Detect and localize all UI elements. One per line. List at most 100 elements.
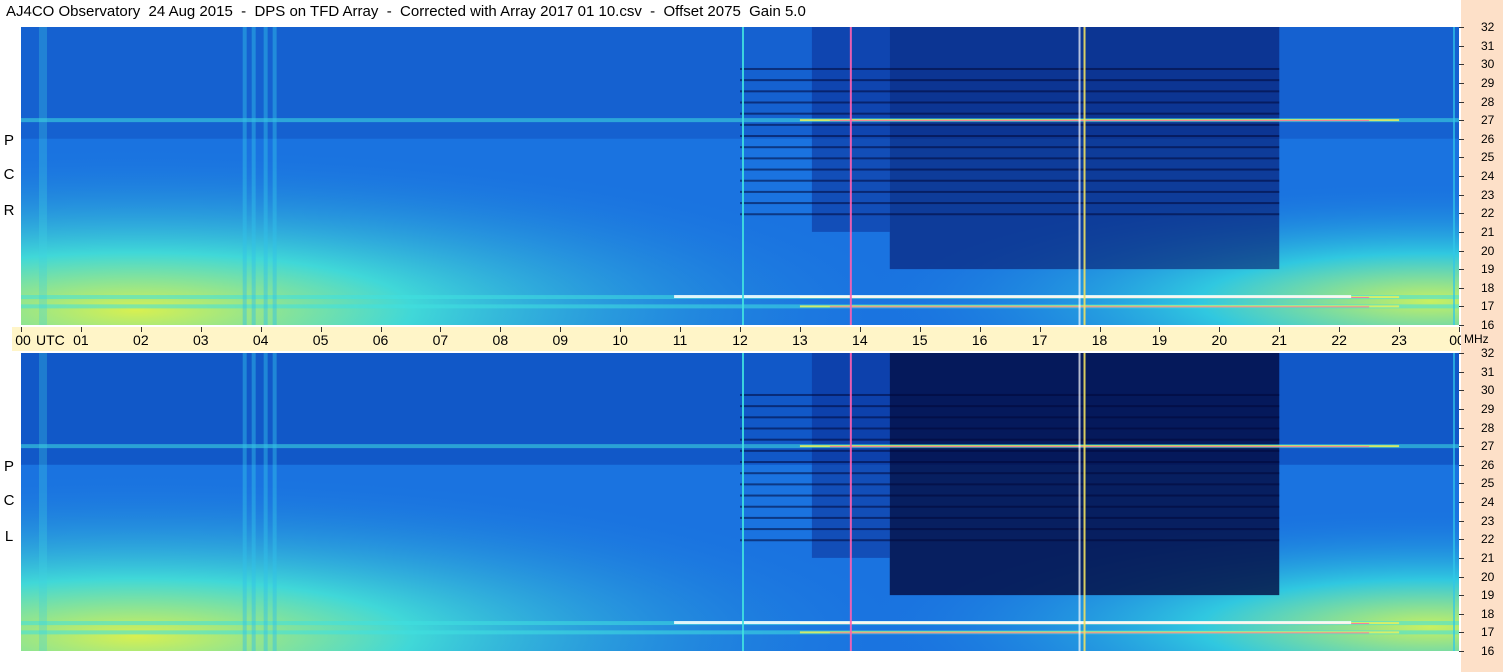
freq-tick-mark — [1459, 595, 1464, 597]
freq-tick-label: 19 — [1481, 262, 1495, 277]
column-lines — [38, 353, 47, 651]
freq-tick-label: 18 — [1481, 280, 1495, 295]
freq-tick-label: 16 — [1481, 318, 1495, 332]
freq-tick-label: 28 — [1481, 94, 1495, 109]
dark-streak — [740, 483, 1280, 486]
freq-tick-mark — [1459, 287, 1464, 289]
freq-tick-label: 29 — [1481, 401, 1495, 416]
dark-streak — [740, 427, 1280, 430]
freq-tick-label: 21 — [1481, 224, 1495, 239]
utc-tick-label: 15 — [911, 332, 928, 348]
dark-streak — [740, 449, 1280, 452]
freq-tick-mark — [1459, 408, 1464, 410]
freq-tick-mark — [1459, 27, 1464, 28]
freq-tick-mark — [1459, 539, 1464, 541]
lcp-letter-l: L — [4, 528, 14, 545]
utc-tick-label: 01 — [73, 332, 89, 348]
column-lines — [272, 27, 277, 325]
freq-tick-mark — [1459, 520, 1464, 522]
freq-tick-label: 25 — [1481, 476, 1495, 491]
freq-tick-mark — [1459, 101, 1464, 103]
freq-tick-mark — [1459, 64, 1464, 66]
freq-tick-mark — [1459, 306, 1464, 308]
freq-tick-mark — [1459, 576, 1464, 578]
band-magenta — [829, 632, 1370, 634]
vertical-spike-white — [1078, 27, 1081, 325]
dark-streak — [740, 461, 1280, 464]
column-lines — [272, 353, 277, 651]
vertical-spike — [741, 27, 744, 325]
utc-tick-label: 20 — [1211, 332, 1228, 348]
band-white — [674, 295, 1352, 299]
freq-tick-mark — [1459, 269, 1464, 271]
utc-tick-label: 07 — [432, 332, 449, 348]
utc-tick-label: 10 — [612, 332, 628, 348]
utc-tick-label: 03 — [192, 332, 209, 348]
vertical-spike — [849, 27, 852, 325]
freq-tick-label: 26 — [1481, 131, 1495, 146]
freq-tick-mark — [1459, 390, 1464, 392]
lcp-spectrogram — [21, 353, 1459, 651]
utc-tick-label: 04 — [252, 332, 269, 348]
freq-tick-label: 18 — [1481, 606, 1495, 621]
freq-tick-mark — [1459, 502, 1464, 503]
freq-tick-label: 23 — [1481, 187, 1495, 202]
freq-tick-mark — [1459, 483, 1464, 485]
freq-tick-label: 28 — [1481, 420, 1495, 435]
freq-tick-label: 21 — [1481, 550, 1495, 565]
dark-streak — [740, 135, 1280, 138]
freq-tick-mark — [1459, 82, 1464, 84]
dark-streak — [740, 123, 1280, 126]
freq-tick-mark — [1459, 613, 1464, 615]
freq-tick-mark — [1459, 231, 1464, 233]
freq-tick-label: 31 — [1481, 364, 1495, 379]
utc-tick-label: 12 — [732, 332, 748, 348]
freq-tick-label: 32 — [1481, 20, 1495, 34]
freq-tick-mark — [1459, 157, 1464, 159]
freq-tick-mark — [1459, 45, 1464, 47]
dark-streak — [740, 438, 1280, 441]
band-white — [674, 621, 1352, 625]
utc-tick-label: 13 — [792, 332, 808, 348]
utc-tick-label: 00 — [15, 332, 31, 348]
freq-tick-label: 17 — [1481, 299, 1495, 314]
freq-tick-label: 26 — [1481, 457, 1495, 472]
dark-streak — [740, 146, 1280, 149]
utc-tick-label: 11 — [672, 332, 688, 348]
edge-line — [1453, 353, 1455, 651]
utc-tick-label: 06 — [372, 332, 389, 348]
freq-tick-mark — [1459, 446, 1464, 448]
freq-tick-mark — [1459, 353, 1464, 354]
utc-axis: 00 01 02 03 04 05 06 07 08 09 10 11 12 13 14 15 16 17 18 19… — [12, 327, 1465, 351]
freq-tick-label: 23 — [1481, 513, 1495, 528]
rcp-spectrogram — [21, 27, 1459, 325]
column-lines — [263, 353, 268, 651]
rcp-letter-r: R — [3, 202, 15, 219]
freq-tick-mark — [1459, 194, 1464, 196]
freq-tick-mark — [1459, 632, 1464, 634]
rcp-letter-p: P — [3, 132, 14, 149]
freq-tick-mark — [1459, 464, 1464, 466]
column-lines — [242, 353, 247, 651]
freq-tick-label: 29 — [1481, 75, 1495, 90]
edge-line — [1453, 27, 1455, 325]
dark-streak — [740, 190, 1280, 193]
column-lines — [251, 353, 256, 651]
freq-tick-label: 30 — [1481, 57, 1495, 72]
lcp-letter-c: C — [3, 492, 15, 509]
freq-tick-label: 20 — [1481, 569, 1495, 584]
freq-tick-label: 25 — [1481, 150, 1495, 165]
freq-tick-label: 20 — [1481, 243, 1495, 258]
vertical-spike — [1083, 27, 1086, 325]
freq-tick-mark — [1459, 138, 1464, 140]
lcp-letter-p: P — [3, 458, 14, 475]
freq-tick-label: 24 — [1481, 495, 1495, 509]
utc-tick-label: 08 — [492, 332, 509, 348]
column-lines — [242, 27, 247, 325]
freq-tick-label: 17 — [1481, 625, 1495, 640]
vertical-spike — [741, 353, 744, 651]
freq-tick-label: 27 — [1481, 113, 1495, 128]
dark-streak — [740, 472, 1280, 475]
utc-tick-label: 05 — [312, 332, 329, 348]
dark-streak — [740, 405, 1280, 408]
